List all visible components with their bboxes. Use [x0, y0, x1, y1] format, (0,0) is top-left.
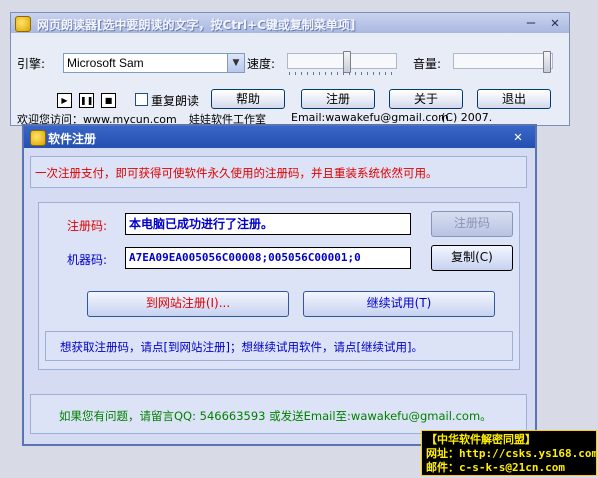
continue-trial-button[interactable]: 继续试用(T) — [303, 291, 495, 317]
footer-email: Email:wawakefu@gmail.com — [291, 111, 449, 124]
speed-slider-track[interactable] — [287, 53, 397, 69]
volume-slider-track[interactable] — [453, 53, 553, 69]
regcode-field[interactable]: 本电脑已成功进行了注册。 — [125, 213, 411, 235]
register-button[interactable]: 注册 — [301, 89, 375, 109]
main-window-title: 网页朗读器[选中要朗读的文字，按Ctrl+C键或复制菜单项] — [37, 18, 356, 32]
contact-panel: 如果您有问题，请留言QQ: 546663593 或发送Email至:wawake… — [30, 394, 527, 434]
dialog-close-icon[interactable]: ✕ — [510, 129, 526, 145]
engine-select[interactable]: Microsoft Sam ▼ — [63, 53, 245, 73]
speed-slider-thumb[interactable] — [343, 51, 351, 73]
main-titlebar[interactable]: 网页朗读器[选中要朗读的文字，按Ctrl+C键或复制菜单项] — ✕ — [11, 13, 569, 33]
close-icon[interactable]: ✕ — [547, 15, 563, 31]
main-window: 网页朗读器[选中要朗读的文字，按Ctrl+C键或复制菜单项] — ✕ 引擎: M… — [10, 12, 570, 126]
speed-label: 速度: — [247, 57, 276, 71]
repeat-checkbox[interactable] — [135, 93, 148, 106]
web-register-button[interactable]: 到网站注册(I)... — [87, 291, 289, 317]
pause-icon[interactable]: ❚❚ — [79, 93, 94, 108]
engine-select-value: Microsoft Sam — [67, 56, 144, 70]
app-icon — [15, 16, 31, 32]
exit-button[interactable]: 退出 — [477, 89, 551, 109]
speed-ticks — [289, 72, 395, 75]
stop-icon[interactable]: ■ — [101, 93, 116, 108]
chevron-down-icon[interactable]: ▼ — [227, 54, 244, 72]
engine-label: 引擎: — [17, 57, 46, 71]
watermark-stamp: 【中华软件解密同盟】 网址：http://csks.ys168.com 邮件：c… — [421, 430, 597, 476]
minimize-icon[interactable]: — — [523, 15, 539, 31]
notice-panel: 一次注册支付，即可获得可使软件永久使用的注册码，并且重装系统依然可用。 — [30, 156, 527, 188]
volume-slider-thumb[interactable] — [543, 51, 551, 73]
footer-copyright: (C) 2007. — [441, 111, 493, 124]
machine-code-field[interactable]: A7EA09EA005056C00008;005056C00001;0 — [125, 247, 411, 269]
dialog-title: 软件注册 — [48, 132, 97, 146]
notice-text: 一次注册支付，即可获得可使软件永久使用的注册码，并且重装系统依然可用。 — [35, 166, 438, 180]
dialog-app-icon — [30, 130, 46, 146]
machine-label: 机器码: — [67, 253, 108, 267]
contact-text: 如果您有问题，请留言QQ: 546663593 或发送Email至:wawake… — [59, 409, 492, 423]
hint-panel: 想获取注册码，请点[到网站注册]；想继续试用软件，请点[继续试用]。 — [45, 331, 513, 361]
about-button[interactable]: 关于 — [389, 89, 463, 109]
registration-panel: 注册码: 本电脑已成功进行了注册。 注册码 机器码: A7EA09EA00505… — [38, 202, 520, 370]
volume-label: 音量: — [413, 57, 442, 71]
help-button[interactable]: 帮助 — [211, 89, 285, 109]
play-icon[interactable]: ▶ — [57, 93, 72, 108]
dialog-titlebar[interactable]: 软件注册 ✕ — [24, 126, 535, 148]
register-dialog: 软件注册 ✕ 一次注册支付，即可获得可使软件永久使用的注册码，并且重装系统依然可… — [22, 124, 537, 446]
hint-text: 想获取注册码，请点[到网站注册]；想继续试用软件，请点[继续试用]。 — [60, 340, 423, 354]
repeat-label: 重复朗读 — [151, 94, 200, 108]
stamp-line-2: 网址：http://csks.ys168.com — [426, 447, 597, 460]
regcode-label: 注册码: — [67, 219, 108, 233]
stamp-line-3: 邮件：c-s-k-s@21cn.com — [426, 461, 565, 474]
submit-regcode-button[interactable]: 注册码 — [431, 211, 513, 237]
copy-button[interactable]: 复制(C) — [431, 245, 513, 271]
stamp-line-1: 【中华软件解密同盟】 — [426, 433, 536, 446]
